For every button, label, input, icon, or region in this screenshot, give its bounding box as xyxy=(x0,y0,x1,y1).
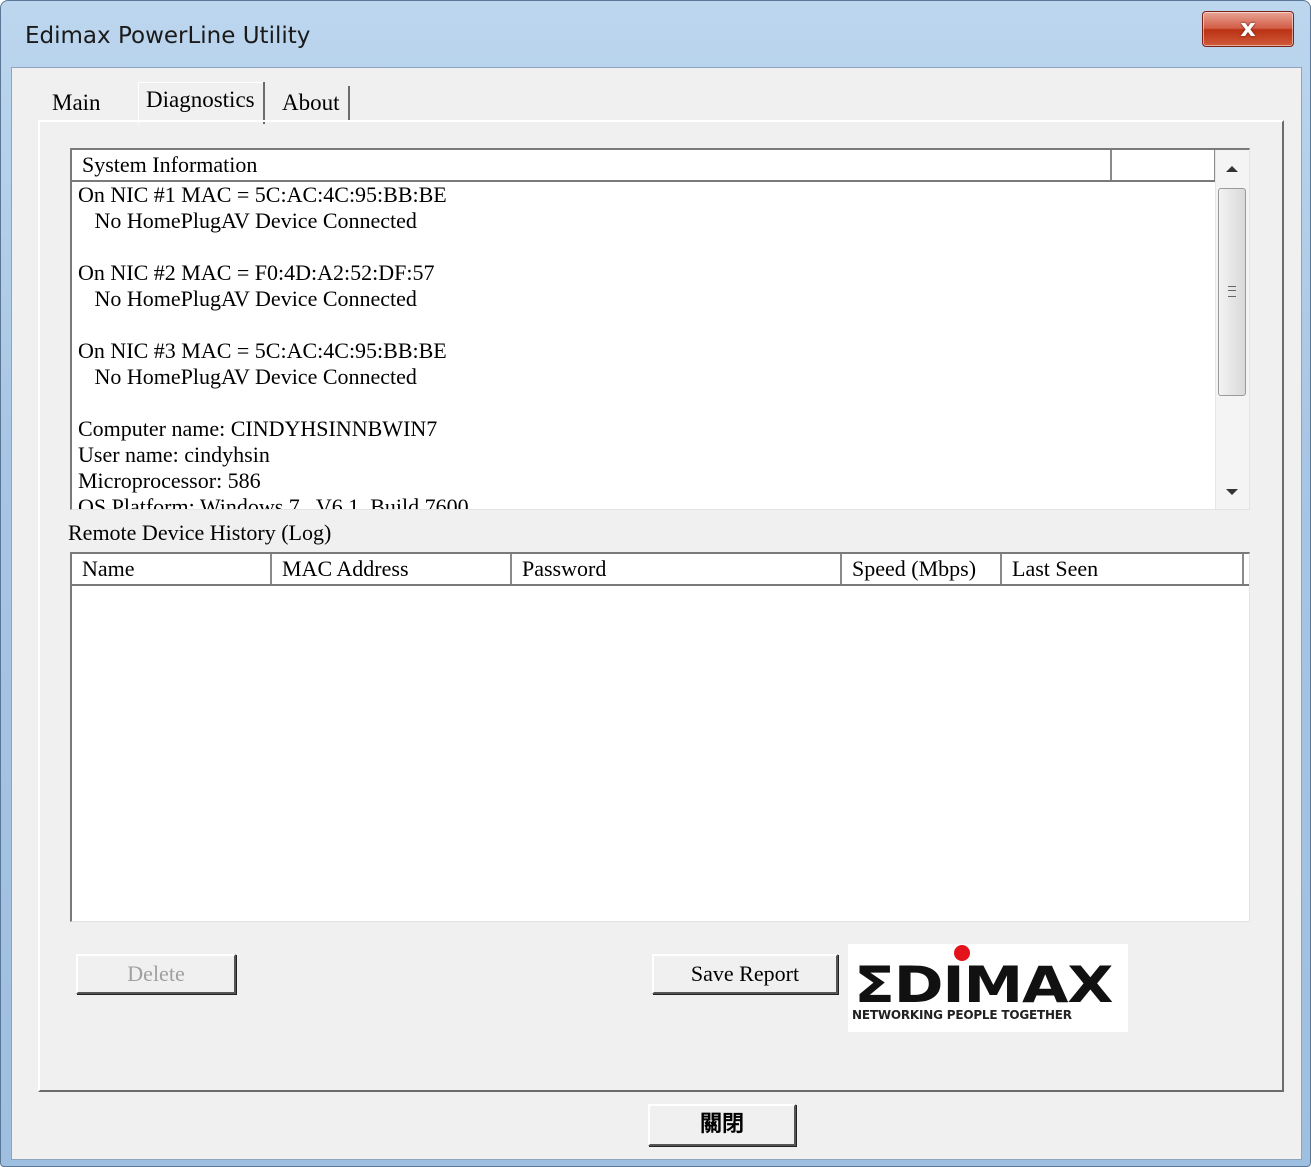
list-item[interactable]: No HomePlugAV Device Connected xyxy=(78,208,1208,234)
list-item[interactable]: On NIC #3 MAC = 5C:AC:4C:95:BB:BE xyxy=(78,338,1208,364)
list-item[interactable]: Computer name: CINDYHSINNBWIN7 xyxy=(78,416,1208,442)
column-header-last-seen[interactable]: Last Seen xyxy=(1002,554,1244,584)
remote-device-history-table[interactable]: Name MAC Address Password Speed (Mbps) L… xyxy=(70,552,1250,922)
edimax-logo: ΣDIMAX NETWORKING PEOPLE TOGETHER xyxy=(848,944,1128,1032)
save-report-button[interactable]: Save Report xyxy=(652,954,838,994)
close-icon: x xyxy=(1240,14,1256,42)
list-item[interactable]: User name: cindyhsin xyxy=(78,442,1208,468)
column-header-blank[interactable] xyxy=(1112,150,1216,180)
remote-device-history-label: Remote Device History (Log) xyxy=(68,520,332,545)
scroll-up-arrow-icon[interactable] xyxy=(1226,166,1238,172)
list-item[interactable]: OS Platform: Windows 7 , V6.1, Build 760… xyxy=(78,494,1208,509)
tab-strip: Main Diagnostics About xyxy=(12,68,1301,124)
logo-wordmark: ΣDIMAX xyxy=(854,956,1114,1014)
list-item[interactable] xyxy=(78,234,1208,260)
list-item[interactable] xyxy=(78,390,1208,416)
title-bar[interactable]: Edimax PowerLine Utility x xyxy=(1,1,1310,67)
tab-diagnostics[interactable]: Diagnostics xyxy=(138,82,265,124)
list-item[interactable]: No HomePlugAV Device Connected xyxy=(78,286,1208,312)
vertical-scrollbar[interactable] xyxy=(1215,150,1249,509)
window-title: Edimax PowerLine Utility xyxy=(25,23,311,49)
list-item[interactable] xyxy=(78,312,1208,338)
tab-about[interactable]: About xyxy=(274,86,350,120)
column-header-mac-address[interactable]: MAC Address xyxy=(272,554,512,584)
system-info-lines: On NIC #1 MAC = 5C:AC:4C:95:BB:BE No Hom… xyxy=(78,182,1208,509)
table-header: Name MAC Address Password Speed (Mbps) L… xyxy=(72,554,1249,586)
grip-icon xyxy=(1228,286,1236,297)
column-header-system-information[interactable]: System Information xyxy=(72,150,1112,180)
column-header-name[interactable]: Name xyxy=(72,554,272,584)
column-header-password[interactable]: Password xyxy=(512,554,842,584)
tab-main[interactable]: Main xyxy=(44,86,109,120)
dialog-body: Main Diagnostics About System Informatio… xyxy=(11,67,1302,1160)
scrollbar-thumb[interactable] xyxy=(1218,188,1246,396)
table-body[interactable] xyxy=(72,588,1249,921)
system-info-header: System Information xyxy=(72,150,1249,182)
list-item[interactable]: No HomePlugAV Device Connected xyxy=(78,364,1208,390)
diagnostics-panel: System Information On NIC #1 MAC = 5C:AC… xyxy=(38,120,1284,1092)
column-header-speed[interactable]: Speed (Mbps) xyxy=(842,554,1002,584)
list-item[interactable]: Microprocessor: 586 xyxy=(78,468,1208,494)
app-window: Edimax PowerLine Utility x Main Diagnost… xyxy=(0,0,1311,1167)
list-item[interactable]: On NIC #1 MAC = 5C:AC:4C:95:BB:BE xyxy=(78,182,1208,208)
logo-tagline: NETWORKING PEOPLE TOGETHER xyxy=(852,1008,1072,1022)
close-button[interactable]: 關閉 xyxy=(648,1104,796,1146)
system-information-list[interactable]: System Information On NIC #1 MAC = 5C:AC… xyxy=(70,148,1250,510)
delete-button[interactable]: Delete xyxy=(76,954,236,994)
window-close-button[interactable]: x xyxy=(1202,11,1294,47)
list-item[interactable]: On NIC #2 MAC = F0:4D:A2:52:DF:57 xyxy=(78,260,1208,286)
scroll-down-arrow-icon[interactable] xyxy=(1226,489,1238,495)
